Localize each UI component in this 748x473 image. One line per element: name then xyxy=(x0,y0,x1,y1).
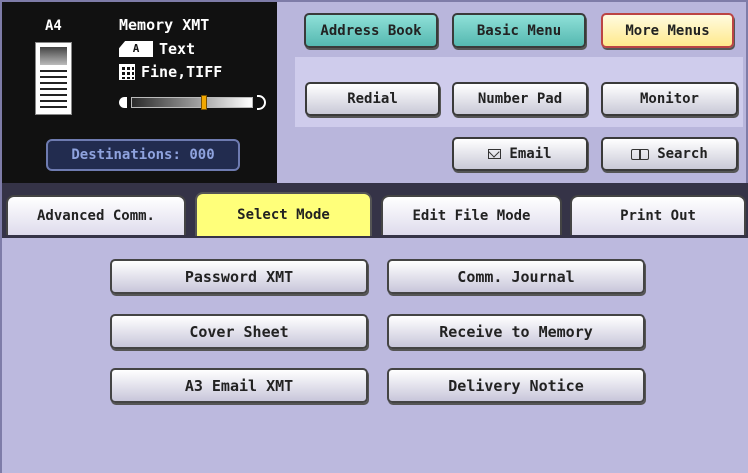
a3-email-xmt-label: A3 Email XMT xyxy=(184,376,294,395)
dark-density-icon xyxy=(257,95,266,110)
address-book-label: Address Book xyxy=(320,22,422,39)
resolution-grid-icon xyxy=(119,64,135,80)
original-type-row: A Text xyxy=(119,40,195,58)
transmission-mode-label: Memory XMT xyxy=(119,16,210,34)
monitor-label: Monitor xyxy=(639,91,699,107)
tab-select-mode[interactable]: Select Mode xyxy=(195,192,372,236)
delivery-notice-button[interactable]: Delivery Notice xyxy=(387,368,645,403)
monitor-button[interactable]: Monitor xyxy=(601,82,738,116)
email-label: Email xyxy=(509,146,552,162)
density-gradient-bar xyxy=(131,97,253,108)
more-menus-button[interactable]: More Menus xyxy=(601,13,734,48)
envelope-icon xyxy=(488,149,502,159)
redial-label: Redial xyxy=(347,91,398,107)
address-book-button[interactable]: Address Book xyxy=(304,13,438,48)
resolution-row: Fine,TIFF xyxy=(119,63,222,81)
comm-journal-button[interactable]: Comm. Journal xyxy=(387,259,645,294)
density-marker xyxy=(201,95,208,110)
redial-button[interactable]: Redial xyxy=(305,82,440,116)
cover-sheet-button[interactable]: Cover Sheet xyxy=(110,314,368,349)
text-mode-icon: A xyxy=(119,41,153,57)
receive-to-memory-label: Receive to Memory xyxy=(439,322,593,341)
original-type-label: Text xyxy=(159,40,196,58)
search-label: Search xyxy=(657,146,708,162)
delivery-notice-label: Delivery Notice xyxy=(448,376,584,395)
tab-label: Print Out xyxy=(620,208,696,224)
tab-label: Edit File Mode xyxy=(412,208,531,224)
email-button[interactable]: Email xyxy=(452,137,588,171)
book-icon xyxy=(631,148,650,160)
password-xmt-label: Password XMT xyxy=(184,267,294,286)
basic-menu-button[interactable]: Basic Menu xyxy=(452,13,586,48)
light-density-icon xyxy=(119,97,127,108)
destinations-button[interactable]: Destinations: 000 xyxy=(46,139,240,171)
tab-advanced-comm[interactable]: Advanced Comm. xyxy=(6,195,186,235)
number-pad-button[interactable]: Number Pad xyxy=(452,82,588,116)
tab-label: Advanced Comm. xyxy=(36,208,155,224)
search-button[interactable]: Search xyxy=(601,137,738,171)
tab-label: Select Mode xyxy=(237,207,330,223)
status-panel: A4 Memory XMT A Text Fine,TIFF Destinati… xyxy=(2,2,277,183)
receive-to-memory-button[interactable]: Receive to Memory xyxy=(387,314,645,349)
comm-journal-label: Comm. Journal xyxy=(457,267,575,286)
density-indicator xyxy=(119,95,269,111)
paper-size-label: A4 xyxy=(45,18,62,34)
number-pad-label: Number Pad xyxy=(477,91,563,107)
tab-edit-file-mode[interactable]: Edit File Mode xyxy=(381,195,562,235)
fax-control-panel: A4 Memory XMT A Text Fine,TIFF Destinati… xyxy=(0,0,748,473)
more-menus-label: More Menus xyxy=(625,22,710,39)
document-thumbnail-icon xyxy=(35,42,72,115)
resolution-label: Fine,TIFF xyxy=(141,63,223,81)
password-xmt-button[interactable]: Password XMT xyxy=(110,259,368,294)
a3-email-xmt-button[interactable]: A3 Email XMT xyxy=(110,368,368,403)
cover-sheet-label: Cover Sheet xyxy=(189,322,289,341)
basic-menu-label: Basic Menu xyxy=(476,22,562,39)
tab-print-out[interactable]: Print Out xyxy=(570,195,746,235)
